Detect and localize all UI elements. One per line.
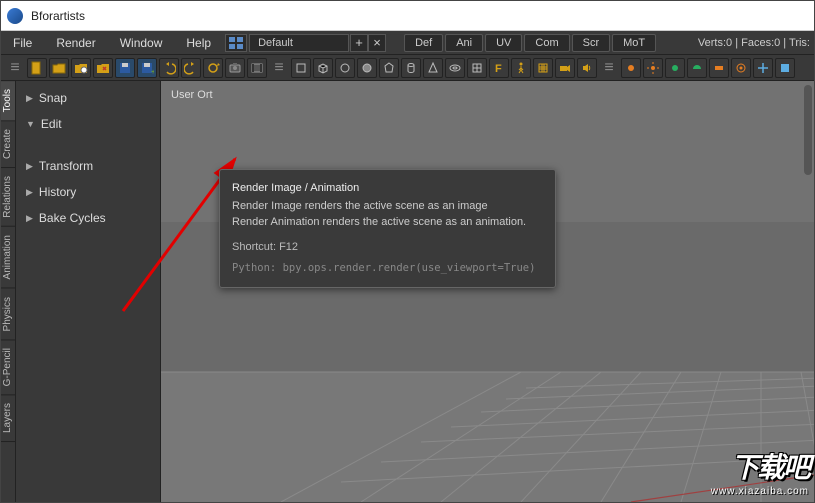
- layout-dropdown[interactable]: Default: [249, 34, 349, 52]
- render-image-icon[interactable]: [225, 58, 245, 78]
- tab-mot[interactable]: MoT: [612, 34, 656, 52]
- panel-transform[interactable]: ▶Transform: [18, 153, 158, 179]
- tooltip-line1: Render Image renders the active scene as…: [232, 198, 543, 215]
- separator-icon: ≡: [269, 58, 289, 78]
- vtab-physics[interactable]: Physics: [1, 289, 15, 340]
- watermark-text: 下载吧: [711, 446, 809, 486]
- recover-icon[interactable]: [93, 58, 113, 78]
- layout-grid-button[interactable]: [225, 34, 247, 52]
- chevron-down-icon: ▼: [26, 119, 35, 129]
- viewport-label: User Ort: [171, 89, 213, 101]
- lamp-area-icon[interactable]: [709, 58, 729, 78]
- panel-snap[interactable]: ▶Snap: [18, 85, 158, 111]
- stats-text: Verts:0 | Faces:0 | Tris:: [698, 37, 814, 49]
- mesh-plane-icon[interactable]: [291, 58, 311, 78]
- svg-text:F: F: [495, 63, 502, 75]
- tool-panel: ▶Snap ▼Edit ▶Transform ▶History ▶Bake Cy…: [16, 81, 161, 502]
- more-icon[interactable]: [775, 58, 795, 78]
- mesh-cone-icon[interactable]: [423, 58, 443, 78]
- tab-uv[interactable]: UV: [485, 34, 522, 52]
- menu-window[interactable]: Window: [108, 31, 175, 54]
- vtab-tools[interactable]: Tools: [1, 81, 15, 121]
- text-icon[interactable]: F: [489, 58, 509, 78]
- lamp-point-icon[interactable]: [621, 58, 641, 78]
- chevron-right-icon: ▶: [26, 161, 33, 172]
- armature-icon[interactable]: [511, 58, 531, 78]
- scrollbar[interactable]: [802, 81, 812, 502]
- layout-add-button[interactable]: +: [350, 34, 368, 52]
- panel-history[interactable]: ▶History: [18, 179, 158, 205]
- window-title: Bforartists: [31, 9, 85, 23]
- repeat-icon[interactable]: [203, 58, 223, 78]
- tab-scr[interactable]: Scr: [572, 34, 611, 52]
- speaker-icon[interactable]: [577, 58, 597, 78]
- chevron-right-icon: ▶: [26, 187, 33, 198]
- new-file-icon[interactable]: [27, 58, 47, 78]
- lattice-icon[interactable]: [533, 58, 553, 78]
- vtab-gpencil[interactable]: G-Pencil: [1, 340, 15, 395]
- viewport-3d[interactable]: User Ort: [161, 81, 814, 502]
- vtab-create[interactable]: Create: [1, 121, 15, 168]
- recent-folder-icon[interactable]: [71, 58, 91, 78]
- tooltip-python: Python: bpy.ops.render.render(use_viewpo…: [232, 261, 543, 277]
- save-as-icon[interactable]: +: [137, 58, 157, 78]
- mesh-circle-icon[interactable]: [335, 58, 355, 78]
- redo-icon[interactable]: [181, 58, 201, 78]
- tab-def[interactable]: Def: [404, 34, 443, 52]
- mesh-torus-icon[interactable]: [445, 58, 465, 78]
- tab-com[interactable]: Com: [524, 34, 569, 52]
- open-folder-icon[interactable]: [49, 58, 69, 78]
- vtab-animation[interactable]: Animation: [1, 227, 15, 288]
- menubar: File Render Window Help Default + × Def …: [1, 31, 814, 55]
- chevron-right-icon: ▶: [26, 93, 33, 104]
- watermark-url: www.xiazaiba.com: [711, 486, 809, 497]
- render-animation-icon[interactable]: [247, 58, 267, 78]
- force-icon[interactable]: [731, 58, 751, 78]
- lamp-hemi-icon[interactable]: [687, 58, 707, 78]
- menu-help[interactable]: Help: [174, 31, 223, 54]
- panel-edit[interactable]: ▼Edit: [18, 111, 158, 137]
- titlebar: Bforartists: [1, 1, 814, 31]
- vtab-layers[interactable]: Layers: [1, 395, 15, 442]
- tooltip-shortcut: Shortcut: F12: [232, 239, 543, 256]
- scrollbar-thumb[interactable]: [804, 85, 812, 175]
- tooltip-line2: Render Animation renders the active scen…: [232, 214, 543, 231]
- layout-remove-button[interactable]: ×: [368, 34, 386, 52]
- layout-dropdown-label: Default: [258, 37, 293, 49]
- svg-text:+: +: [151, 69, 154, 75]
- vtab-relations[interactable]: Relations: [1, 168, 15, 227]
- panel-bake-cycles[interactable]: ▶Bake Cycles: [18, 205, 158, 231]
- mesh-cylinder-icon[interactable]: [401, 58, 421, 78]
- tab-ani[interactable]: Ani: [445, 34, 483, 52]
- empty-icon[interactable]: [753, 58, 773, 78]
- lamp-spot-icon[interactable]: [665, 58, 685, 78]
- separator-icon-2: ≡: [599, 58, 619, 78]
- mesh-grid-icon[interactable]: [467, 58, 487, 78]
- menu-file[interactable]: File: [1, 31, 44, 54]
- app-logo-icon: [7, 8, 23, 24]
- tooltip-title: Render Image / Animation: [232, 180, 543, 197]
- camera-icon[interactable]: [555, 58, 575, 78]
- lamp-sun-icon[interactable]: [643, 58, 663, 78]
- mesh-icosphere-icon[interactable]: [379, 58, 399, 78]
- chevron-right-icon: ▶: [26, 213, 33, 224]
- mesh-uvsphere-icon[interactable]: [357, 58, 377, 78]
- undo-icon[interactable]: [159, 58, 179, 78]
- watermark: 下载吧 www.xiazaiba.com: [711, 446, 809, 497]
- tooltip: Render Image / Animation Render Image re…: [219, 169, 556, 288]
- mesh-cube-icon[interactable]: [313, 58, 333, 78]
- vertical-tabs: Tools Create Relations Animation Physics…: [1, 81, 16, 502]
- toolbar: ≡ + ≡ F ≡: [1, 55, 814, 81]
- menu-render[interactable]: Render: [44, 31, 107, 54]
- hamburger-icon[interactable]: ≡: [5, 58, 25, 78]
- save-icon[interactable]: [115, 58, 135, 78]
